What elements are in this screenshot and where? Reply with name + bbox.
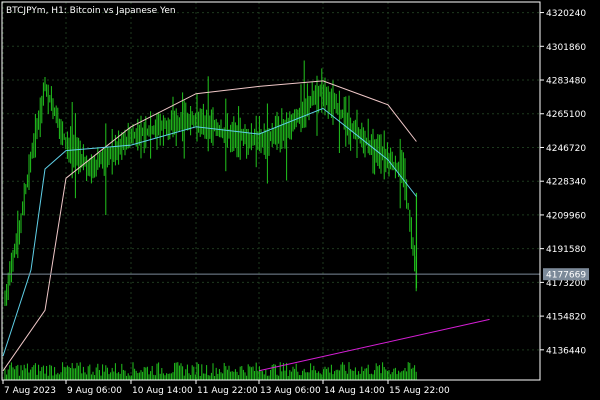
x-tick-label: 10 Aug 14:00 [132,386,193,396]
x-tick-label: 9 Aug 06:00 [67,386,122,396]
y-tick-label: 4320240 [546,9,586,19]
current-price-tag: 4177669 [543,268,589,281]
y-tick-label: 4283480 [546,77,586,87]
x-tick-label: 7 Aug 2023 [4,386,56,396]
y-tick-label: 4154820 [546,313,586,323]
x-tick-label: 13 Aug 06:00 [260,386,321,396]
y-tick-label: 4301860 [546,43,586,53]
x-tick-label: 15 Aug 22:00 [389,386,450,396]
y-tick-label: 4265100 [546,110,586,120]
y-tick-label: 4136440 [546,346,586,356]
chart-title: BTCJPYm, H1: Bitcoin vs Japanese Yen [6,6,176,16]
y-tick-label: 4209960 [546,211,586,221]
x-tick-label: 14 Aug 14:00 [324,386,385,396]
current-price-label: 4177669 [546,271,586,281]
y-tick-label: 4246720 [546,144,586,154]
chart-background [0,0,600,400]
chart-svg[interactable]: 4320240 4301860 4283480 4265100 4246720 42283… [0,0,600,400]
x-tick-label: 11 Aug 22:00 [197,386,258,396]
y-tick-label: 4228340 [546,178,586,188]
chart-area[interactable]: 4320240 4301860 4283480 4265100 4246720 42283… [0,0,600,400]
y-tick-label: 4191580 [546,245,586,255]
